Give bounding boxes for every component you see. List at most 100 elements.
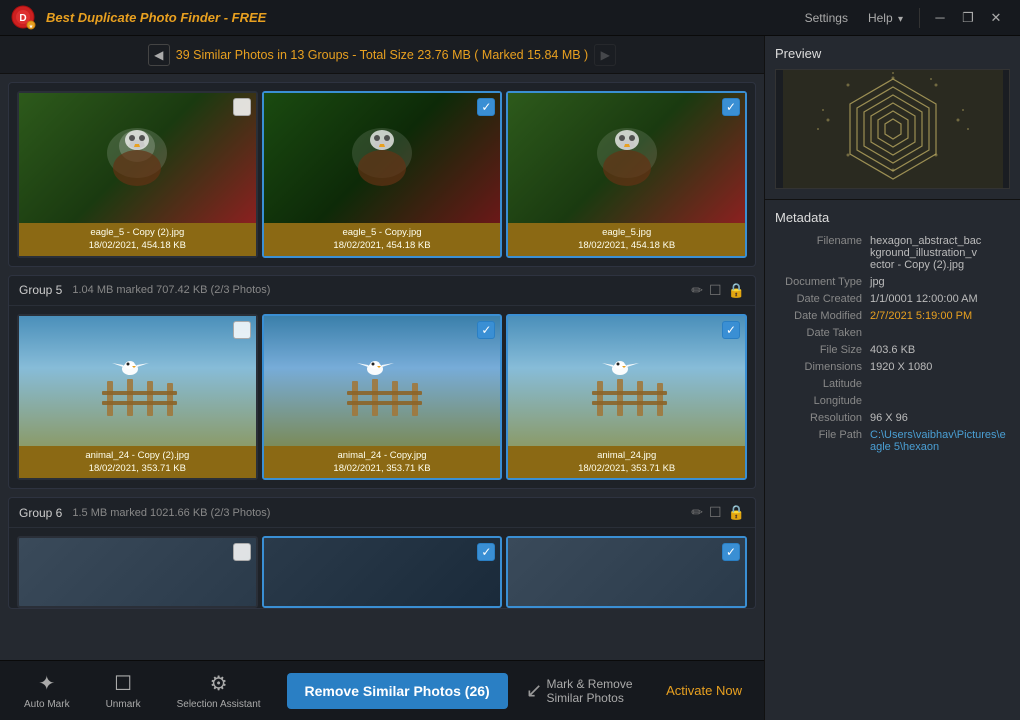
photo-card[interactable]: ✓: [506, 91, 747, 258]
meta-taken-value: [870, 327, 1010, 339]
scroll-area[interactable]: eagle_5 - Copy (2).jpg 18/02/2021, 454.1…: [0, 74, 764, 660]
preview-section: Preview: [765, 36, 1020, 200]
help-button[interactable]: Help ▾: [858, 7, 913, 29]
group-6-header: Group 6 1.5 MB marked 1021.66 KB (2/3 Ph…: [9, 498, 755, 528]
photo-checkbox[interactable]: ✓: [722, 321, 740, 339]
meta-taken-key: Date Taken: [775, 327, 870, 339]
bottom-toolbar: ✦ Auto Mark ☐ Unmark ⚙ Selection Assista…: [0, 660, 764, 720]
group-select-icon[interactable]: ☐: [709, 504, 722, 521]
auto-mark-button[interactable]: ✦ Auto Mark: [10, 665, 84, 716]
meta-latitude-row: Latitude: [775, 378, 1010, 390]
photo-card[interactable]: ✓: [262, 314, 503, 481]
photo-checkbox[interactable]: ✓: [722, 543, 740, 561]
group-select-icon[interactable]: ☐: [709, 282, 722, 299]
hint-text: Mark & RemoveSimilar Photos: [546, 677, 632, 705]
photo-meta: 18/02/2021, 353.71 KB: [24, 462, 251, 475]
group-lock-icon[interactable]: 🔒: [728, 504, 745, 521]
svg-text:D: D: [19, 13, 26, 24]
unmark-label: Unmark: [106, 699, 141, 710]
meta-created-value: 1/1/0001 12:00:00 AM: [870, 293, 1010, 305]
photo-info: animal_24 - Copy (2).jpg 18/02/2021, 353…: [19, 446, 256, 479]
meta-filesize-key: File Size: [775, 344, 870, 356]
photo-checkbox[interactable]: ✓: [477, 98, 495, 116]
svg-text:★: ★: [29, 24, 34, 30]
photo-card[interactable]: ✓: [506, 314, 747, 481]
photo-checkbox[interactable]: ✓: [477, 321, 495, 339]
meta-doctype-row: Document Type jpg: [775, 276, 1010, 288]
left-panel: ◀ 39 Similar Photos in 13 Groups - Total…: [0, 36, 765, 720]
photo-info: eagle_5.jpg 18/02/2021, 454.18 KB: [508, 223, 745, 256]
close-button[interactable]: ✕: [982, 4, 1010, 32]
meta-filepath-value[interactable]: C:\Users\vaibhav\Pictures\eagle 5\hexaon: [870, 429, 1010, 453]
group-edit-icon[interactable]: ✏: [691, 282, 703, 299]
photo-meta: 18/02/2021, 353.71 KB: [513, 462, 740, 475]
main-layout: ◀ 39 Similar Photos in 13 Groups - Total…: [0, 36, 1020, 720]
meta-created-key: Date Created: [775, 293, 870, 305]
meta-filename-row: Filename hexagon_abstract_background_ill…: [775, 235, 1010, 271]
photo-card[interactable]: ✓: [262, 91, 503, 258]
auto-mark-icon: ✦: [38, 671, 55, 696]
meta-modified-key: Date Modified: [775, 310, 870, 322]
group-6-info: 1.5 MB marked 1021.66 KB (2/3 Photos): [72, 507, 691, 519]
photo-image: [508, 316, 745, 446]
photo-image: [508, 93, 745, 223]
settings-button[interactable]: Settings: [795, 7, 858, 29]
photo-card[interactable]: ✓: [506, 536, 747, 608]
auto-mark-label: Auto Mark: [24, 699, 70, 710]
meta-longitude-row: Longitude: [775, 395, 1010, 407]
photo-meta: 18/02/2021, 454.18 KB: [513, 239, 740, 252]
group-5-name: Group 5: [19, 283, 62, 297]
mark-remove-hint: ↙ Mark & RemoveSimilar Photos: [526, 677, 633, 705]
unmark-button[interactable]: ☐ Unmark: [92, 665, 155, 716]
remove-similar-button[interactable]: Remove Similar Photos (26): [287, 673, 508, 709]
photo-info: animal_24.jpg 18/02/2021, 353.71 KB: [508, 446, 745, 479]
minimize-button[interactable]: ─: [926, 4, 954, 32]
metadata-section: Metadata Filename hexagon_abstract_backg…: [765, 200, 1020, 720]
group-lock-icon[interactable]: 🔒: [728, 282, 745, 299]
meta-filesize-value: 403.6 KB: [870, 344, 1010, 356]
photo-meta: 18/02/2021, 353.71 KB: [269, 462, 496, 475]
meta-dimensions-value: 1920 X 1080: [870, 361, 1010, 373]
info-text: 39 Similar Photos in 13 Groups - Total S…: [176, 48, 588, 62]
photo-meta: 18/02/2021, 454.18 KB: [24, 239, 251, 252]
photo-image: [264, 316, 501, 446]
photo-filename: eagle_5 - Copy (2).jpg: [24, 226, 251, 239]
photo-filename: animal_24 - Copy (2).jpg: [24, 449, 251, 462]
photo-card[interactable]: animal_24 - Copy (2).jpg 18/02/2021, 353…: [17, 314, 258, 481]
forward-button[interactable]: ▶: [594, 44, 616, 66]
photo-filename: animal_24 - Copy.jpg: [269, 449, 496, 462]
photo-card[interactable]: eagle_5 - Copy (2).jpg 18/02/2021, 454.1…: [17, 91, 258, 258]
photo-image: [19, 93, 256, 223]
back-button[interactable]: ◀: [148, 44, 170, 66]
preview-image: [775, 69, 1010, 189]
activate-now-button[interactable]: Activate Now: [654, 675, 754, 706]
photo-meta: 18/02/2021, 454.18 KB: [269, 239, 496, 252]
photo-filename: eagle_5 - Copy.jpg: [269, 226, 496, 239]
meta-filepath-key: File Path: [775, 429, 870, 453]
info-bar: ◀ 39 Similar Photos in 13 Groups - Total…: [0, 36, 764, 74]
meta-resolution-key: Resolution: [775, 412, 870, 424]
photo-filename: eagle_5.jpg: [513, 226, 740, 239]
group-4-container: eagle_5 - Copy (2).jpg 18/02/2021, 454.1…: [8, 82, 756, 267]
meta-latitude-key: Latitude: [775, 378, 870, 390]
photo-card[interactable]: ✓: [262, 536, 503, 608]
photo-checkbox[interactable]: [233, 98, 251, 116]
group-4-photo-row: eagle_5 - Copy (2).jpg 18/02/2021, 454.1…: [9, 83, 755, 266]
photo-checkbox[interactable]: [233, 321, 251, 339]
meta-modified-value: 2/7/2021 5:19:00 PM: [870, 310, 1010, 322]
photo-checkbox[interactable]: ✓: [477, 543, 495, 561]
group-6-photo-row: ✓ ✓: [9, 528, 755, 608]
selection-assistant-icon: ⚙: [210, 671, 228, 696]
meta-longitude-key: Longitude: [775, 395, 870, 407]
photo-checkbox[interactable]: ✓: [722, 98, 740, 116]
photo-checkbox[interactable]: [233, 543, 251, 561]
selection-assistant-button[interactable]: ⚙ Selection Assistant: [163, 665, 275, 716]
restore-button[interactable]: ❐: [954, 4, 982, 32]
photo-image: [19, 316, 256, 446]
meta-longitude-value: [870, 395, 1010, 407]
group-edit-icon[interactable]: ✏: [691, 504, 703, 521]
photo-image: [264, 93, 501, 223]
group-6-actions: ✏ ☐ 🔒: [691, 504, 745, 521]
meta-dimensions-row: Dimensions 1920 X 1080: [775, 361, 1010, 373]
photo-card[interactable]: [17, 536, 258, 608]
